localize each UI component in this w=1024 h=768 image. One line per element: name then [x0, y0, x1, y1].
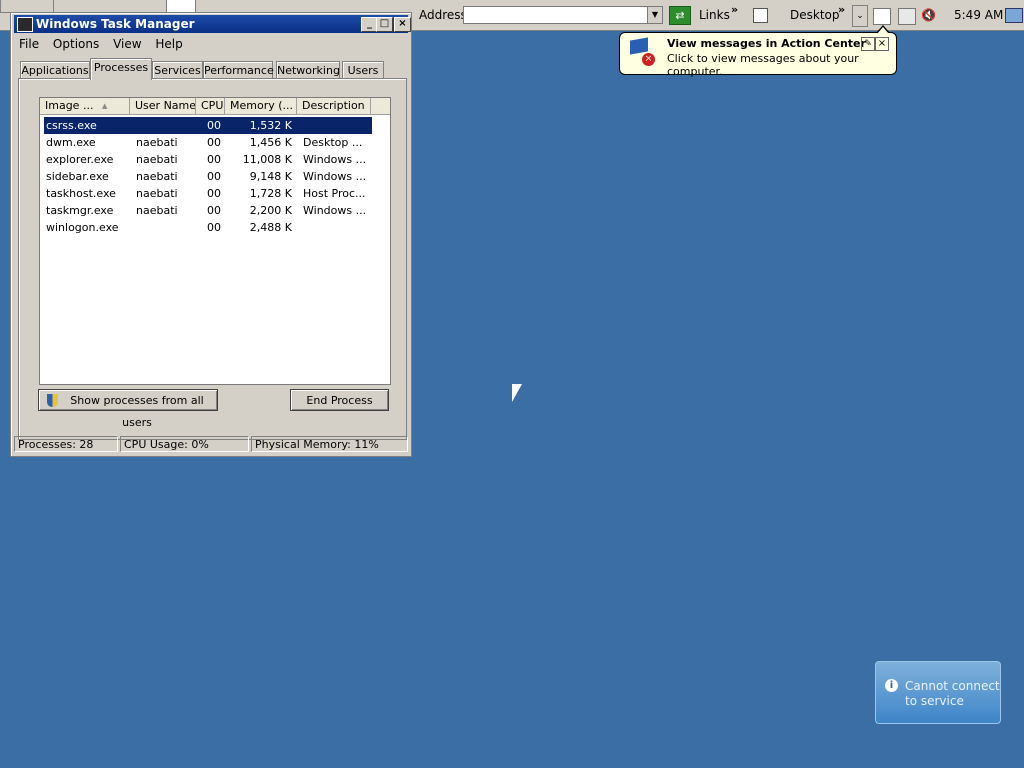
column-image-name[interactable]: Image ... ▲: [40, 98, 130, 114]
cell-cpu: 00: [207, 153, 221, 166]
cell-user: naebati: [136, 170, 178, 183]
address-input[interactable]: ▼: [463, 6, 663, 24]
tab-performance[interactable]: Performance: [203, 61, 274, 79]
cell-user: naebati: [136, 153, 178, 166]
balloon-options-icon[interactable]: ✎: [861, 37, 875, 51]
close-button[interactable]: ×: [394, 17, 411, 32]
action-center-balloon[interactable]: × View messages in Action Center Click t…: [619, 25, 897, 78]
status-processes: Processes: 28: [14, 436, 118, 452]
notification-line2: to service: [905, 694, 964, 708]
tab-processes[interactable]: Processes: [90, 58, 152, 80]
cell-image: taskmgr.exe: [46, 204, 114, 217]
notification-line1: Cannot connect: [905, 679, 1000, 693]
cell-user: naebati: [136, 187, 178, 200]
table-row[interactable]: csrss.exe 00 1,532 K: [44, 117, 372, 134]
balloon-close-icon[interactable]: ×: [875, 37, 889, 51]
table-row[interactable]: sidebar.exe naebati 00 9,148 K Windows .…: [44, 168, 372, 185]
table-row[interactable]: winlogon.exe 00 2,488 K: [44, 219, 372, 236]
cell-memory: 9,148 K: [249, 170, 292, 183]
tab-services[interactable]: Services: [152, 61, 203, 79]
menu-bar: File Options View Help: [19, 37, 193, 51]
show-hidden-icons-icon[interactable]: ⌄: [852, 5, 868, 27]
tab-applications[interactable]: Applications: [20, 61, 90, 79]
links-chevron-icon[interactable]: »: [731, 3, 738, 16]
menu-view[interactable]: View: [113, 37, 141, 51]
notification-toast[interactable]: i Cannot connect to service: [875, 661, 1001, 724]
cell-image: sidebar.exe: [46, 170, 109, 183]
cell-description: Desktop ...: [303, 136, 363, 149]
menu-help[interactable]: Help: [155, 37, 182, 51]
info-icon: i: [885, 679, 898, 692]
action-center-flag-icon: ×: [630, 37, 655, 67]
table-row[interactable]: dwm.exe naebati 00 1,456 K Desktop ...: [44, 134, 372, 151]
desktop-chevron-icon[interactable]: »: [838, 3, 845, 16]
cell-cpu: 00: [207, 204, 221, 217]
column-image-label: Image ...: [45, 99, 94, 112]
cell-cpu: 00: [207, 119, 221, 132]
sort-ascending-icon: ▲: [102, 102, 108, 110]
cell-memory: 2,488 K: [249, 221, 292, 234]
cell-cpu: 00: [207, 187, 221, 200]
process-list[interactable]: Image ... ▲ User Name CPU Memory (... Des…: [39, 97, 391, 385]
status-physical-memory: Physical Memory: 11%: [251, 436, 408, 452]
task-manager-app-icon: [17, 17, 33, 32]
balloon-tail-fill: [877, 27, 889, 34]
desktop-label[interactable]: Desktop: [790, 8, 840, 22]
cell-description: Windows ...: [303, 153, 367, 166]
show-desktop-icon[interactable]: [1005, 8, 1023, 23]
volume-muted-icon[interactable]: 🔇: [921, 8, 937, 23]
cell-memory: 2,200 K: [249, 204, 292, 217]
menu-file[interactable]: File: [19, 37, 39, 51]
maximize-button[interactable]: □: [376, 17, 393, 32]
cell-image: dwm.exe: [46, 136, 96, 149]
cell-cpu: 00: [207, 136, 221, 149]
window-title: Windows Task Manager: [36, 17, 195, 31]
cell-cpu: 00: [207, 221, 221, 234]
cell-user: naebati: [136, 204, 178, 217]
task-manager-window: Windows Task Manager _ □ × File Options …: [10, 12, 412, 457]
status-bar: Processes: 28 CPU Usage: 0% Physical Mem…: [14, 436, 408, 453]
cell-memory: 1,456 K: [249, 136, 292, 149]
balloon-title: View messages in Action Center: [667, 37, 866, 50]
column-memory[interactable]: Memory (...: [225, 98, 297, 114]
cell-image: csrss.exe: [46, 119, 97, 132]
clock[interactable]: 5:49 AM: [954, 8, 1003, 22]
tab-users[interactable]: Users: [342, 61, 384, 79]
cell-description: Windows ...: [303, 204, 367, 217]
table-row[interactable]: taskhost.exe naebati 00 1,728 K Host Pro…: [44, 185, 372, 202]
cell-description: Windows ...: [303, 170, 367, 183]
cell-description: Host Proc...: [303, 187, 366, 200]
table-row[interactable]: explorer.exe naebati 00 11,008 K Windows…: [44, 151, 372, 168]
end-process-button[interactable]: End Process: [290, 389, 389, 411]
process-list-header: Image ... ▲ User Name CPU Memory (... Des…: [40, 98, 390, 115]
cell-memory: 1,728 K: [249, 187, 292, 200]
column-description[interactable]: Description: [297, 98, 371, 114]
go-icon[interactable]: ⇄: [669, 6, 691, 25]
address-dropdown-icon[interactable]: ▼: [647, 7, 662, 23]
column-user-name[interactable]: User Name: [130, 98, 196, 114]
cell-user: naebati: [136, 136, 178, 149]
action-center-flag-icon[interactable]: [873, 8, 891, 25]
status-cpu-usage: CPU Usage: 0%: [120, 436, 249, 452]
address-label: Address: [419, 8, 467, 22]
cell-cpu: 00: [207, 170, 221, 183]
title-bar[interactable]: Windows Task Manager _ □ ×: [14, 15, 411, 33]
mouse-cursor-icon: [512, 384, 522, 402]
cell-image: explorer.exe: [46, 153, 114, 166]
tab-networking[interactable]: Networking: [276, 61, 340, 79]
links-label[interactable]: Links: [699, 8, 730, 22]
cell-image: winlogon.exe: [46, 221, 119, 234]
cell-memory: 1,532 K: [249, 119, 292, 132]
menu-options[interactable]: Options: [53, 37, 99, 51]
show-all-processes-button[interactable]: Show processes from all users: [38, 389, 218, 429]
cell-image: taskhost.exe: [46, 187, 116, 200]
table-row[interactable]: taskmgr.exe naebati 00 2,200 K Windows .…: [44, 202, 372, 219]
desktop-toolbar-icon: [753, 8, 768, 23]
network-error-icon[interactable]: [898, 8, 916, 25]
uac-shield-icon: [47, 394, 58, 407]
cell-memory: 11,008 K: [242, 153, 292, 166]
column-cpu[interactable]: CPU: [196, 98, 225, 114]
balloon-body: Click to view messages about your comput…: [667, 52, 859, 78]
